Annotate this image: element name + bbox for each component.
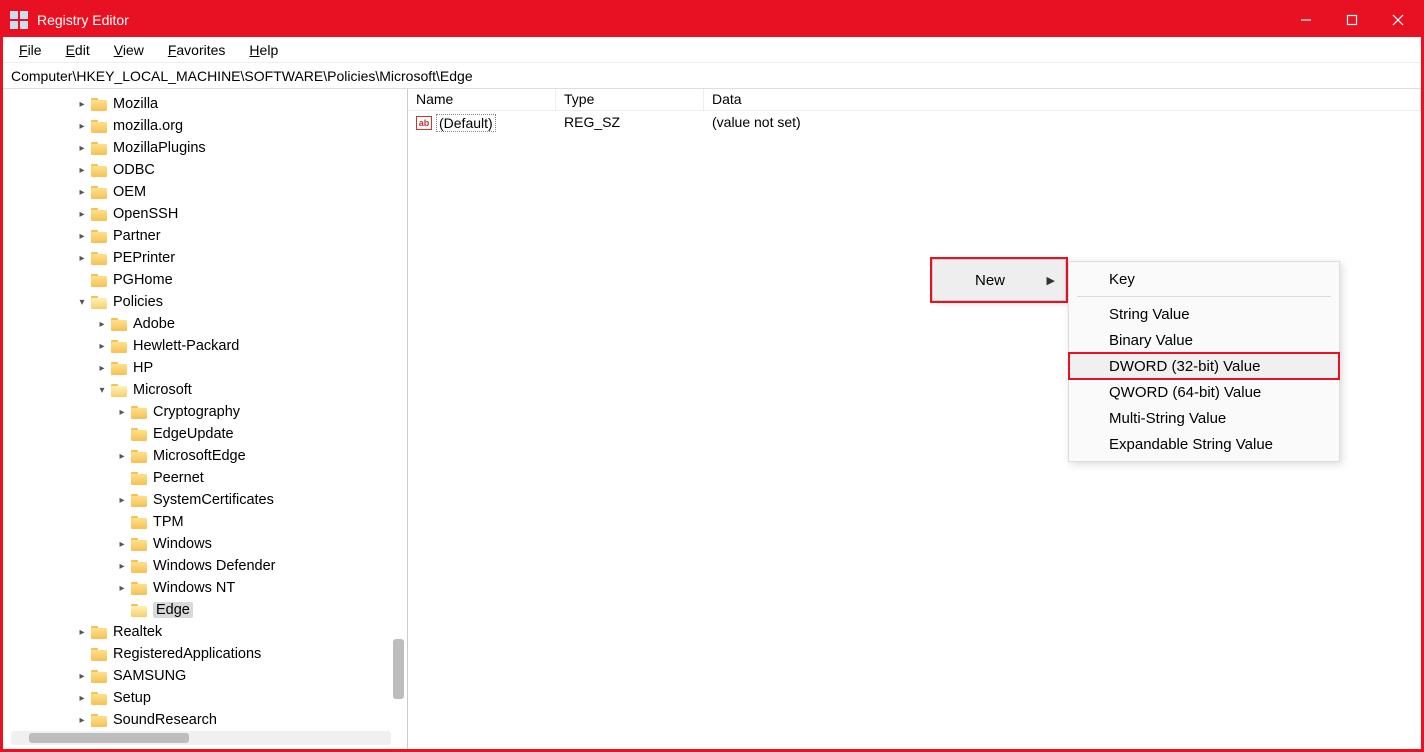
- folder-icon: [131, 582, 147, 595]
- tree-node-partner[interactable]: ▸Partner: [3, 225, 407, 247]
- folder-icon: [131, 406, 147, 419]
- folder-icon: [131, 450, 147, 463]
- list-row[interactable]: ab (Default) REG_SZ (value not set): [408, 111, 1421, 135]
- tree-node-microsoft[interactable]: ▾Microsoft: [3, 379, 407, 401]
- folder-icon: [91, 626, 107, 639]
- folder-icon: [91, 648, 107, 661]
- folder-open-icon: [91, 296, 107, 309]
- tree-node-edgeupdate[interactable]: EdgeUpdate: [3, 423, 407, 445]
- chevron-right-icon: ▶: [1047, 274, 1055, 287]
- folder-icon: [91, 98, 107, 111]
- tree-node-mozilla[interactable]: ▸Mozilla: [3, 93, 407, 115]
- list-header: Name Type Data: [408, 89, 1421, 111]
- tree-node-hp[interactable]: ▸HP: [3, 357, 407, 379]
- menu-edit[interactable]: Edit: [56, 40, 100, 60]
- menu-favorites[interactable]: Favorites: [158, 40, 236, 60]
- tree-node-openssh[interactable]: ▸OpenSSH: [3, 203, 407, 225]
- menu-file[interactable]: File: [9, 40, 52, 60]
- submenu-multistring-value[interactable]: Multi-String Value: [1069, 405, 1339, 431]
- column-header-data[interactable]: Data: [704, 89, 1421, 110]
- folder-icon: [131, 538, 147, 551]
- folder-icon: [131, 428, 147, 441]
- tree-node-mozillaorg[interactable]: ▸mozilla.org: [3, 115, 407, 137]
- tree-node-pghome[interactable]: PGHome: [3, 269, 407, 291]
- address-bar[interactable]: Computer\HKEY_LOCAL_MACHINE\SOFTWARE\Pol…: [3, 63, 1421, 89]
- context-submenu-new: Key String Value Binary Value DWORD (32-…: [1068, 261, 1340, 462]
- tree-node-tpm[interactable]: TPM: [3, 511, 407, 533]
- submenu-dword-value[interactable]: DWORD (32-bit) Value: [1069, 353, 1339, 379]
- tree-node-policies[interactable]: ▾Policies: [3, 291, 407, 313]
- tree-node-windows[interactable]: ▸Windows: [3, 533, 407, 555]
- tree-vertical-scrollbar[interactable]: [393, 89, 404, 729]
- folder-icon: [91, 142, 107, 155]
- tree-node-soundresearch[interactable]: ▸SoundResearch: [3, 709, 407, 731]
- menu-view[interactable]: View: [104, 40, 154, 60]
- tree-node-registeredapplications[interactable]: RegisteredApplications: [3, 643, 407, 665]
- context-menu: New ▶: [932, 259, 1066, 301]
- tree-node-systemcertificates[interactable]: ▸SystemCertificates: [3, 489, 407, 511]
- tree-node-mozillaplugins[interactable]: ▸MozillaPlugins: [3, 137, 407, 159]
- folder-icon: [131, 516, 147, 529]
- registry-tree[interactable]: ▸Mozilla ▸mozilla.org ▸MozillaPlugins ▸O…: [3, 89, 407, 749]
- close-button[interactable]: [1375, 3, 1421, 37]
- folder-icon: [91, 230, 107, 243]
- tree-node-windows-nt[interactable]: ▸Windows NT: [3, 577, 407, 599]
- tree-node-peprinter[interactable]: ▸PEPrinter: [3, 247, 407, 269]
- tree-node-adobe[interactable]: ▸Adobe: [3, 313, 407, 335]
- tree-node-cryptography[interactable]: ▸Cryptography: [3, 401, 407, 423]
- address-text: Computer\HKEY_LOCAL_MACHINE\SOFTWARE\Pol…: [11, 68, 473, 84]
- folder-icon: [131, 472, 147, 485]
- folder-icon: [111, 362, 127, 375]
- tree-node-setup[interactable]: ▸Setup: [3, 687, 407, 709]
- value-data: (value not set): [704, 114, 1421, 132]
- folder-icon: [91, 164, 107, 177]
- folder-icon: [91, 186, 107, 199]
- tree-panel: ▸Mozilla ▸mozilla.org ▸MozillaPlugins ▸O…: [3, 89, 408, 749]
- tree-node-samsung[interactable]: ▸SAMSUNG: [3, 665, 407, 687]
- menu-bar: File Edit View Favorites Help: [3, 37, 1421, 63]
- tree-node-realtek[interactable]: ▸Realtek: [3, 621, 407, 643]
- submenu-expandablestring-value[interactable]: Expandable String Value: [1069, 431, 1339, 457]
- menu-separator: [1077, 296, 1331, 297]
- folder-icon: [91, 120, 107, 133]
- folder-open-icon: [111, 384, 127, 397]
- tree-node-edge[interactable]: Edge: [3, 599, 407, 621]
- submenu-qword-value[interactable]: QWORD (64-bit) Value: [1069, 379, 1339, 405]
- submenu-binary-value[interactable]: Binary Value: [1069, 327, 1339, 353]
- submenu-key[interactable]: Key: [1069, 266, 1339, 292]
- folder-icon: [91, 692, 107, 705]
- folder-icon: [131, 494, 147, 507]
- minimize-button[interactable]: [1283, 3, 1329, 37]
- folder-icon: [91, 252, 107, 265]
- submenu-string-value[interactable]: String Value: [1069, 301, 1339, 327]
- tree-horizontal-scrollbar[interactable]: [11, 731, 391, 745]
- folder-open-icon: [131, 604, 147, 617]
- folder-icon: [91, 274, 107, 287]
- app-icon: [9, 10, 29, 30]
- tree-node-microsoftedge[interactable]: ▸MicrosoftEdge: [3, 445, 407, 467]
- value-name: (Default): [436, 114, 496, 132]
- folder-icon: [91, 714, 107, 727]
- tree-node-oem[interactable]: ▸OEM: [3, 181, 407, 203]
- tree-node-peernet[interactable]: Peernet: [3, 467, 407, 489]
- menu-help[interactable]: Help: [239, 40, 288, 60]
- maximize-button[interactable]: [1329, 3, 1375, 37]
- folder-icon: [111, 340, 127, 353]
- context-menu-new[interactable]: New ▶: [933, 260, 1065, 300]
- string-value-icon: ab: [416, 116, 432, 130]
- tree-node-windows-defender[interactable]: ▸Windows Defender: [3, 555, 407, 577]
- folder-icon: [91, 670, 107, 683]
- folder-icon: [131, 560, 147, 573]
- tree-node-hewlett-packard[interactable]: ▸Hewlett-Packard: [3, 335, 407, 357]
- tree-node-odbc[interactable]: ▸ODBC: [3, 159, 407, 181]
- folder-icon: [111, 318, 127, 331]
- registry-editor-window: Registry Editor File Edit View Favorites…: [0, 0, 1424, 752]
- window-title: Registry Editor: [37, 12, 129, 28]
- column-header-name[interactable]: Name: [408, 89, 556, 110]
- value-type: REG_SZ: [556, 114, 704, 132]
- folder-icon: [91, 208, 107, 221]
- column-header-type[interactable]: Type: [556, 89, 704, 110]
- titlebar[interactable]: Registry Editor: [3, 3, 1421, 37]
- values-panel: Name Type Data ab (Default) REG_SZ (valu…: [408, 89, 1421, 749]
